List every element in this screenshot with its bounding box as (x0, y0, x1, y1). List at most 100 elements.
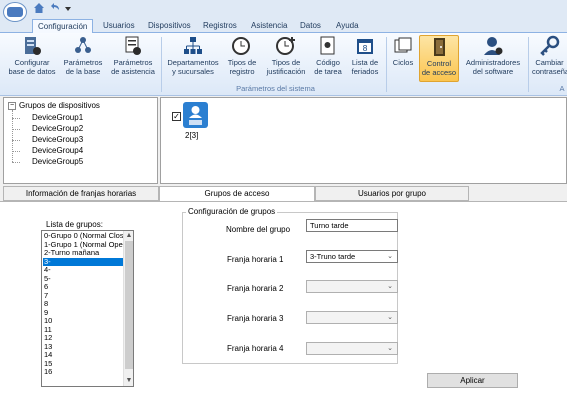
ribbon: Configurar base de datos Parámetros de l… (0, 33, 567, 96)
list-item[interactable]: 4- (43, 266, 124, 275)
list-item[interactable]: 0-Grupo 0 (Normal Close (43, 232, 124, 241)
control-acceso-button[interactable]: Control de acceso (419, 35, 459, 82)
cambiar-contrasena-button[interactable]: Cambiar contraseña (532, 35, 567, 83)
list-item[interactable]: 10 (43, 317, 124, 326)
tree-item[interactable]: DeviceGroup3 (32, 135, 83, 144)
group-listbox[interactable]: 0-Grupo 0 (Normal Close 1-Grupo 1 (Norma… (41, 230, 134, 387)
home-icon[interactable] (33, 2, 45, 14)
franja3-label: Franja horaria 3 (227, 314, 284, 323)
apply-button[interactable]: Aplicar (427, 373, 518, 388)
configurar-base-datos-button[interactable]: Configurar base de datos (7, 35, 57, 83)
list-item[interactable]: 8 (43, 300, 124, 309)
tab-usuarios-por-grupo[interactable]: Usuarios por grupo (315, 186, 469, 201)
list-item[interactable]: 7 (43, 292, 124, 301)
button-label: justificación (266, 67, 306, 76)
dropdown-arrow-icon[interactable] (62, 2, 74, 14)
franja4-select[interactable]: ⌄ (306, 342, 398, 355)
task-code-icon (317, 35, 339, 57)
franja1-select[interactable]: 3-Truno tarde ⌄ (306, 250, 398, 263)
device-group-tree: − Grupos de dispositivos DeviceGroup1 De… (3, 97, 158, 184)
codigo-tarea-button[interactable]: Código de tarea (312, 35, 344, 83)
list-item-selected[interactable]: 3- (43, 257, 124, 266)
button-label: Tipos de (271, 58, 301, 67)
tab-ayuda[interactable]: Ayuda (331, 19, 364, 33)
group-name-label: Nombre del grupo (226, 225, 291, 234)
franja4-label: Franja horaria 4 (227, 344, 284, 353)
tab-asistencia[interactable]: Asistencia (246, 19, 292, 33)
list-scrollbar[interactable]: ▲ ▼ (123, 231, 133, 386)
button-label: Código (316, 58, 340, 67)
list-item[interactable]: 11 (43, 326, 124, 335)
ciclos-button[interactable]: Ciclos (390, 35, 416, 83)
tab-configuracion[interactable]: Configuración (32, 19, 94, 34)
chevron-down-icon: ⌄ (387, 253, 393, 260)
button-label: Cambiar (535, 58, 564, 67)
tree-item[interactable]: DeviceGroup2 (32, 124, 83, 133)
scroll-down-icon[interactable]: ▼ (124, 376, 133, 386)
button-label: base de datos (8, 67, 56, 76)
tab-franjas-horarias[interactable]: Información de franjas horarias (3, 186, 159, 201)
list-item[interactable]: 15 (43, 360, 124, 369)
tipos-justificacion-button[interactable]: Tipos de justificación (263, 35, 309, 83)
sheet-gear-icon (122, 35, 144, 57)
clock-plus-icon (275, 35, 297, 57)
parametros-asistencia-button[interactable]: Parámetros de asistencia (110, 35, 156, 83)
tipos-registro-button[interactable]: Tipos de registro (224, 35, 260, 83)
device-label: 2[3] (185, 131, 199, 140)
group-name-field[interactable]: Turno tarde (306, 219, 398, 232)
departamentos-sucursales-button[interactable]: Departamentos y sucursales (165, 35, 221, 83)
device-checkbox[interactable]: ✓ (172, 112, 181, 121)
button-label: de acceso (421, 68, 457, 77)
tab-dispositivos[interactable]: Dispositivos (143, 19, 196, 33)
tab-grupos-acceso[interactable]: Grupos de acceso (159, 186, 315, 202)
ribbon-separator (161, 37, 162, 92)
franja2-select[interactable]: ⌄ (306, 280, 398, 293)
terminal-device-icon[interactable] (183, 102, 208, 128)
collapse-toggle[interactable]: − (8, 102, 16, 110)
tree-item[interactable]: DeviceGroup1 (32, 113, 83, 122)
app-logo-icon[interactable] (3, 2, 27, 22)
tree-root-label[interactable]: Grupos de dispositivos (19, 101, 100, 110)
tree-item[interactable]: DeviceGroup4 (32, 146, 83, 155)
list-item[interactable]: 12 (43, 334, 124, 343)
franja2-label: Franja horaria 2 (227, 284, 284, 293)
parametros-base-button[interactable]: Parámetros de la base (61, 35, 105, 83)
list-item[interactable]: 16 (43, 368, 124, 377)
cycles-icon (392, 35, 414, 57)
door-icon (428, 36, 450, 58)
list-item[interactable]: 9 (43, 309, 124, 318)
button-label: Ciclos (392, 58, 414, 67)
calendar-icon: 8 (354, 35, 376, 57)
org-chart-icon (182, 35, 204, 57)
franja1-label: Franja horaria 1 (227, 255, 284, 264)
tab-registros[interactable]: Registros (198, 19, 242, 33)
franja3-select[interactable]: ⌄ (306, 311, 398, 324)
scroll-up-icon[interactable]: ▲ (124, 231, 133, 241)
button-label: Administradores (465, 58, 521, 67)
button-label: y sucursales (172, 67, 214, 76)
undo-icon[interactable] (48, 2, 60, 14)
lista-feriados-button[interactable]: 8 Lista de feriados (348, 35, 382, 83)
button-label: Lista de (351, 58, 379, 67)
ribbon-separator (386, 37, 387, 92)
button-label: Parámetros (113, 58, 153, 67)
title-bar (0, 0, 567, 18)
button-label: contraseña (532, 67, 567, 76)
button-label: Departamentos (167, 58, 219, 67)
list-item[interactable]: 5- (43, 275, 124, 284)
administradores-software-button[interactable]: Administradores del software (462, 35, 524, 83)
list-item[interactable]: 2-Turno mañana (43, 249, 124, 258)
scroll-thumb[interactable] (125, 241, 133, 369)
tree-item[interactable]: DeviceGroup5 (32, 157, 83, 166)
list-item[interactable]: 13 (43, 343, 124, 352)
list-item[interactable]: 6 (43, 283, 124, 292)
list-item[interactable]: 1-Grupo 1 (Normal Open (43, 241, 124, 250)
list-item[interactable]: 14 (43, 351, 124, 360)
chevron-down-icon: ⌄ (387, 283, 393, 290)
franja1-value: 3-Truno tarde (310, 252, 356, 261)
button-label: Control (426, 59, 452, 68)
tab-usuarios[interactable]: Usuarios (98, 19, 140, 33)
tab-datos[interactable]: Datos (295, 19, 326, 33)
admin-user-icon (482, 35, 504, 57)
chevron-down-icon: ⌄ (387, 345, 393, 352)
